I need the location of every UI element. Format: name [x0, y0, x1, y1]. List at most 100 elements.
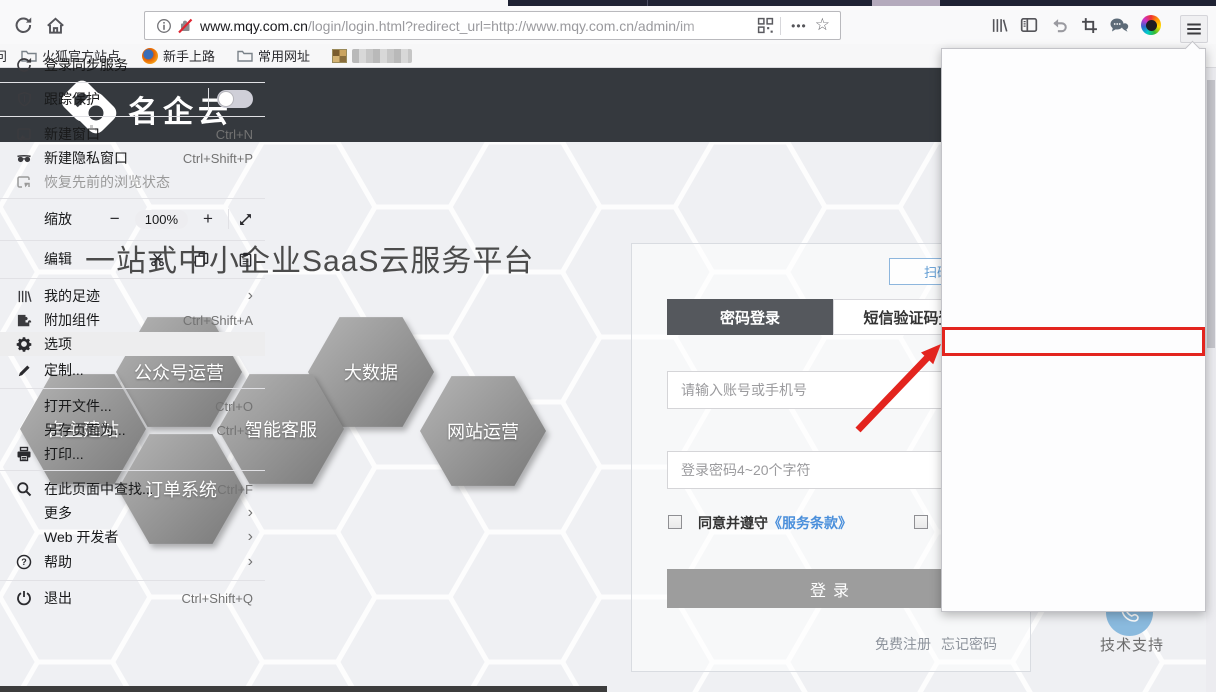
- svg-text:?: ?: [21, 557, 27, 567]
- reload-button[interactable]: [10, 12, 36, 38]
- menu-item-library[interactable]: 我的足迹 ›: [0, 284, 265, 308]
- menu-item-save-page[interactable]: 另存页面为... Ctrl+S: [0, 418, 265, 442]
- tracking-protection-toggle[interactable]: [217, 90, 253, 108]
- help-icon: ?: [16, 554, 32, 570]
- no-icon: [16, 529, 32, 545]
- paste-button[interactable]: [238, 252, 253, 267]
- menu-item-quit[interactable]: 退出 Ctrl+Shift+Q: [0, 586, 265, 610]
- url-path: /login/login.html?redirect_url=http://ww…: [308, 18, 695, 34]
- home-button[interactable]: [42, 12, 68, 38]
- bookmark-favicon: [332, 49, 347, 63]
- menu-item-options[interactable]: 选项: [0, 332, 265, 356]
- page-bottom-strip: [0, 686, 607, 692]
- zoom-in-button[interactable]: +: [197, 209, 219, 229]
- chat-extension-button[interactable]: [1106, 12, 1132, 38]
- panel-links: 免费注册 忘记密码: [875, 634, 997, 654]
- menu-zoom-row: 缩放 − 100% +: [0, 205, 265, 233]
- cut-button[interactable]: [150, 252, 165, 267]
- annotation-highlight-box: [942, 327, 1205, 356]
- crop-button[interactable]: [1076, 12, 1102, 38]
- submenu-chevron-icon: ›: [248, 554, 253, 570]
- home-icon: [46, 16, 65, 35]
- menu-item-web-developer[interactable]: Web 开发者 ›: [0, 525, 265, 549]
- menu-separator: [0, 198, 265, 199]
- search-icon: [16, 481, 32, 497]
- menu-item-addons[interactable]: 附加组件 Ctrl+Shift+A: [0, 308, 265, 332]
- menu-button[interactable]: [1180, 15, 1208, 43]
- menu-separator: [0, 240, 265, 241]
- fullscreen-button[interactable]: [238, 212, 253, 227]
- gear-icon: [16, 336, 32, 352]
- camera-lens-icon: [1141, 15, 1161, 35]
- menu-item-sync[interactable]: 登录同步服务: [0, 52, 265, 78]
- menu-item-print[interactable]: 打印...: [0, 442, 265, 466]
- scrollbar[interactable]: [1206, 68, 1216, 692]
- blurred-bookmark-name: [352, 49, 412, 63]
- bookmark-item-blurred[interactable]: [332, 49, 412, 63]
- lens-extension-button[interactable]: [1138, 12, 1164, 38]
- zoom-out-button[interactable]: −: [104, 209, 126, 229]
- forgot-password-link[interactable]: 忘记密码: [941, 634, 997, 654]
- menu-item-tracking-protection[interactable]: 跟踪保护: [0, 86, 265, 112]
- url-bar[interactable]: www.mqy.com.cn/login/login.html?redirect…: [144, 11, 841, 40]
- menu-separator: [0, 580, 265, 581]
- menu-item-find[interactable]: 在此页面中查找... Ctrl+F: [0, 477, 265, 501]
- menu-separator: [0, 388, 265, 389]
- toggle-knob: [218, 91, 234, 107]
- hexagon-site-operation: 网站运营: [420, 375, 546, 487]
- bookmark-star-icon[interactable]: ☆: [811, 15, 834, 37]
- submenu-chevron-icon: ›: [248, 288, 253, 304]
- chat-bubbles-icon: [1109, 16, 1129, 34]
- menu-item-new-private-window[interactable]: 新建隐私窗口 Ctrl+Shift+P: [0, 146, 265, 170]
- menu-item-help[interactable]: ? 帮助 ›: [0, 549, 265, 575]
- agree-terms-checkbox[interactable]: [668, 515, 682, 529]
- menu-edit-row: 编辑: [0, 245, 265, 273]
- no-icon: [16, 398, 32, 414]
- menu-divider: [208, 88, 209, 110]
- new-window-icon: [16, 126, 32, 142]
- power-icon: [16, 590, 32, 606]
- customize-brush-icon: [16, 362, 32, 378]
- menu-item-customize[interactable]: 定制...: [0, 357, 265, 383]
- page-info-icon[interactable]: [156, 18, 172, 34]
- privacy-mask-icon: [16, 150, 32, 166]
- agree-terms-label: 同意并遵守《服务条款》: [698, 513, 852, 533]
- submenu-chevron-icon: ›: [248, 529, 253, 545]
- tab-password-login[interactable]: 密码登录: [667, 299, 833, 335]
- sidebar-button[interactable]: [1016, 12, 1042, 38]
- reload-icon: [14, 16, 32, 34]
- puzzle-icon: [16, 312, 32, 328]
- screen: www.mqy.com.cn/login/login.html?redirect…: [0, 0, 1216, 692]
- qr-code-icon[interactable]: [757, 17, 774, 34]
- edit-spacer: [16, 251, 32, 267]
- menu-item-more[interactable]: 更多 ›: [0, 501, 265, 525]
- undo-button[interactable]: [1046, 12, 1072, 38]
- menu-item-restore-session[interactable]: 恢复先前的浏览状态: [0, 170, 265, 194]
- library-icon: [991, 17, 1008, 34]
- menu-separator: [0, 82, 265, 83]
- library-button[interactable]: [986, 12, 1012, 38]
- no-icon: [16, 505, 32, 521]
- plugin-blocked-icon[interactable]: [177, 18, 193, 34]
- terms-link[interactable]: 《服务条款》: [768, 515, 852, 531]
- menu-item-new-window[interactable]: 新建窗口 Ctrl+N: [0, 122, 265, 146]
- auto-login-checkbox[interactable]: [914, 515, 928, 529]
- copy-button[interactable]: [194, 252, 209, 267]
- submenu-chevron-icon: ›: [248, 505, 253, 521]
- undo-arrow-icon: [1050, 16, 1068, 34]
- menu-divider: [228, 209, 229, 229]
- free-register-link[interactable]: 免费注册: [875, 634, 931, 654]
- menu-separator: [0, 278, 265, 279]
- urlbar-separator: [780, 17, 781, 35]
- zoom-level-value[interactable]: 100%: [135, 210, 188, 229]
- scrollbar-thumb[interactable]: [1207, 80, 1215, 348]
- menu-item-open-file[interactable]: 打开文件... Ctrl+O: [0, 394, 265, 418]
- hamburger-icon: [1185, 20, 1203, 38]
- url-text: www.mqy.com.cn/login/login.html?redirect…: [200, 18, 757, 34]
- restore-session-icon: [16, 174, 32, 190]
- no-icon: [16, 422, 32, 438]
- url-domain: www.mqy.com.cn: [200, 18, 308, 34]
- page-actions-button[interactable]: •••: [787, 19, 811, 33]
- library-icon: [16, 288, 32, 304]
- crop-icon: [1081, 17, 1098, 34]
